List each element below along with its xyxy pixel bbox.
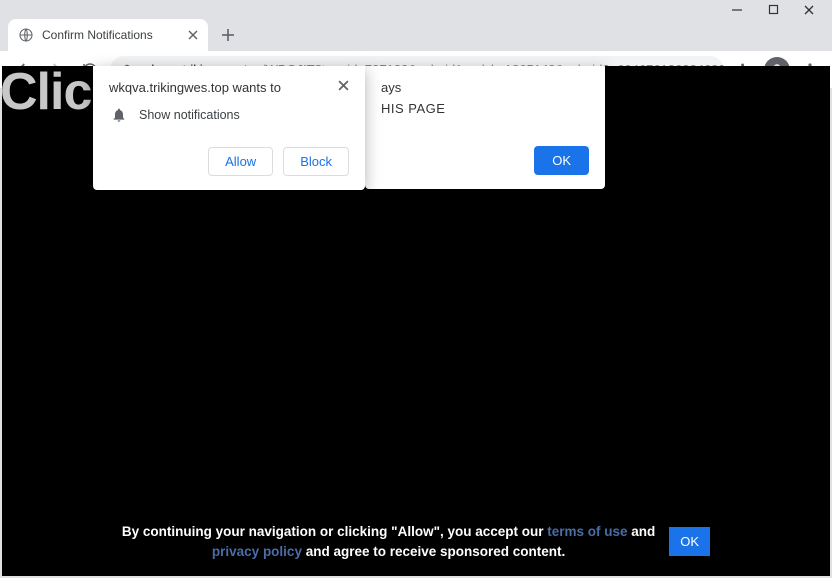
block-button[interactable]: Block (283, 147, 349, 176)
permission-close-icon[interactable] (338, 80, 349, 91)
terms-of-use-link[interactable]: terms of use (547, 524, 627, 539)
consent-suffix: and agree to receive sponsored content. (302, 544, 565, 559)
alert-line2: HIS PAGE (381, 101, 589, 116)
alert-ok-button[interactable]: OK (534, 146, 589, 175)
alert-line1: ays (381, 80, 589, 95)
consent-text: By continuing your navigation or clickin… (122, 522, 655, 563)
consent-ok-button[interactable]: OK (669, 527, 710, 556)
privacy-policy-link[interactable]: privacy policy (212, 544, 302, 559)
alert-actions: OK (381, 146, 589, 175)
tab-title: Confirm Notifications (42, 28, 180, 42)
permission-title: wkqva.trikingwes.top wants to (109, 80, 281, 95)
tab-strip: Confirm Notifications (0, 15, 832, 51)
new-tab-button[interactable] (214, 21, 242, 49)
globe-icon (18, 27, 34, 43)
consent-prefix: By continuing your navigation or clickin… (122, 524, 547, 539)
notification-permission-dialog: wkqva.trikingwes.top wants to Show notif… (93, 66, 365, 190)
allow-button[interactable]: Allow (208, 147, 273, 176)
bell-icon (111, 107, 127, 123)
active-tab[interactable]: Confirm Notifications (8, 19, 208, 51)
consent-banner: By continuing your navigation or clickin… (2, 522, 830, 563)
consent-mid: and (628, 524, 656, 539)
javascript-alert-dialog: ays HIS PAGE OK (365, 66, 605, 189)
window-titlebar (0, 0, 832, 15)
permission-item-label: Show notifications (139, 108, 240, 122)
tab-close-icon[interactable] (188, 30, 198, 40)
